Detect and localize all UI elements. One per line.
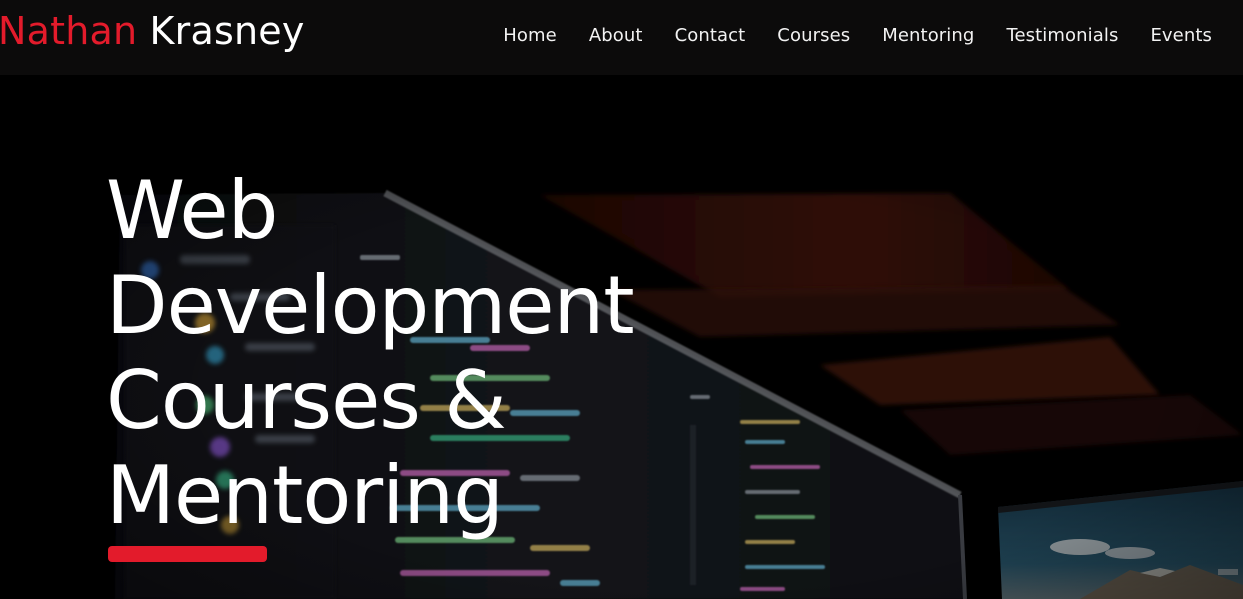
nav-item-about: About (589, 25, 643, 46)
nav-item-testimonials: Testimonials (1006, 25, 1118, 46)
hero-title-line-2: Development (106, 259, 635, 352)
nav-item-courses: Courses (777, 25, 850, 46)
nav-link-home[interactable]: Home (503, 25, 557, 46)
hero-section: Web Development Courses & Mentoring (0, 75, 1243, 599)
nav-link-events[interactable]: Events (1150, 25, 1212, 46)
nav-item-events: Events (1150, 25, 1212, 46)
hero-title-line-1: Web (106, 164, 278, 257)
nav-link-courses[interactable]: Courses (777, 25, 850, 46)
nav-item-contact: Contact (675, 25, 746, 46)
hero-title: Web Development Courses & Mentoring (106, 163, 726, 543)
main-nav: Home About Contact Courses Mentoring Tes… (503, 0, 1212, 70)
site-header: Nathan Krasney Home About Contact Course… (0, 0, 1243, 75)
hero-title-underline (108, 546, 267, 562)
nav-link-mentoring[interactable]: Mentoring (882, 25, 974, 46)
nav-link-about[interactable]: About (589, 25, 643, 46)
brand-logo[interactable]: Nathan Krasney (0, 5, 305, 57)
hero-title-line-4: Mentoring (106, 449, 504, 542)
nav-link-contact[interactable]: Contact (675, 25, 746, 46)
nav-link-testimonials[interactable]: Testimonials (1006, 25, 1118, 46)
nav-item-home: Home (503, 25, 557, 46)
hero-title-line-3: Courses & (106, 354, 507, 447)
nav-item-mentoring: Mentoring (882, 25, 974, 46)
brand-first-name: Nathan (0, 9, 138, 53)
brand-last-name: Krasney (149, 9, 305, 53)
